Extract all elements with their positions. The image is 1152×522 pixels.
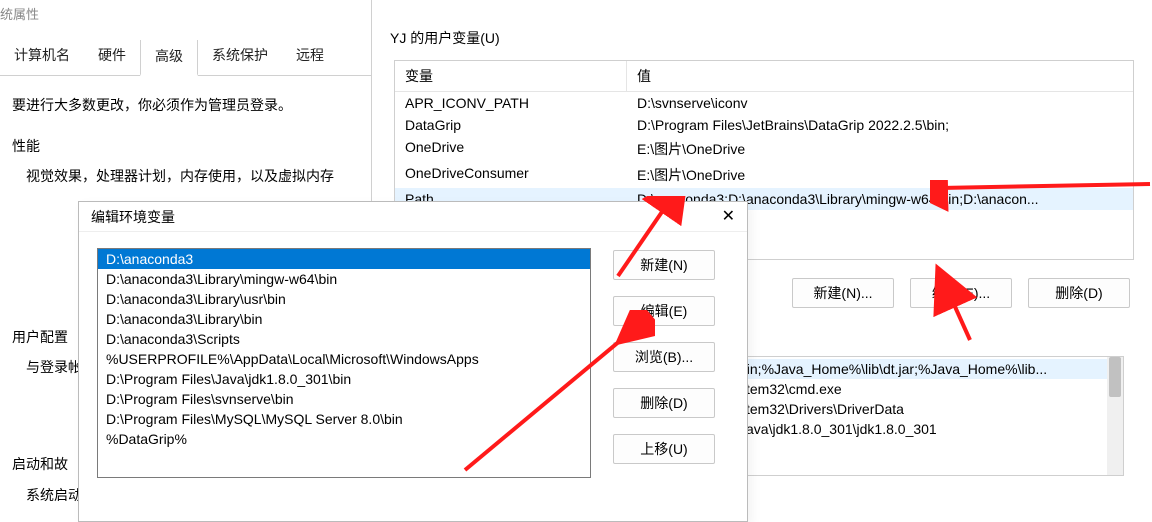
tab-hardware[interactable]: 硬件 (84, 39, 140, 75)
list-item[interactable]: D:\Program Files\MySQL\MySQL Server 8.0\… (98, 409, 590, 429)
tab-advanced[interactable]: 高级 (140, 40, 198, 76)
delete-button[interactable]: 删除(D) (1028, 278, 1130, 308)
col-val[interactable]: 值 (627, 61, 1133, 91)
scrollbar[interactable] (1107, 357, 1123, 475)
table-header: 变量 值 (395, 61, 1133, 92)
table-row[interactable]: OneDriveConsumerE:\图片\OneDrive (395, 162, 1133, 188)
list-item[interactable]: %DataGrip% (98, 429, 590, 449)
table-row[interactable]: OneDriveE:\图片\OneDrive (395, 136, 1133, 162)
list-item[interactable]: D:\Program Files\Java\jdk1.8.0_301\bin (98, 369, 590, 389)
close-icon[interactable]: ✕ (722, 209, 735, 225)
table-row[interactable]: stem32\Drivers\DriverData (735, 399, 1117, 419)
perf-desc: 视觉效果，处理器计划，内存使用，以及虚拟内存 (12, 163, 361, 190)
edit-env-var-dialog: 编辑环境变量 ✕ D:\anaconda3D:\anaconda3\Librar… (78, 201, 748, 522)
cell-var: OneDrive (395, 138, 627, 160)
moveup-button[interactable]: 上移(U) (613, 434, 715, 464)
table-row[interactable]: Java\jdk1.8.0_301\jdk1.8.0_301 (735, 419, 1117, 439)
tab-remote[interactable]: 远程 (282, 39, 338, 75)
table-row[interactable]: stem32\cmd.exe (735, 379, 1117, 399)
sysprops-title: 统属性 (0, 0, 371, 31)
list-item[interactable]: D:\anaconda3\Library\bin (98, 309, 590, 329)
scrollbar-thumb[interactable] (1109, 357, 1121, 397)
cell-val: E:\图片\OneDrive (627, 164, 1133, 186)
admin-note: 要进行大多数更改，你必须作为管理员登录。 (12, 92, 361, 119)
cell-var: APR_ICONV_PATH (395, 94, 627, 112)
cell-var: OneDriveConsumer (395, 164, 627, 186)
delete-button[interactable]: 删除(D) (613, 388, 715, 418)
path-list[interactable]: D:\anaconda3D:\anaconda3\Library\mingw-w… (97, 248, 591, 478)
edit-button[interactable]: 编辑(E) (613, 296, 715, 326)
browse-button[interactable]: 浏览(B)... (613, 342, 715, 372)
table-row[interactable]: APR_ICONV_PATHD:\svnserve\iconv (395, 92, 1133, 114)
perf-group-label: 性能 (12, 133, 361, 160)
new-button[interactable]: 新建(N) (613, 250, 715, 280)
table-row[interactable]: bin;%Java_Home%\lib\dt.jar;%Java_Home%\l… (735, 359, 1117, 379)
table-row[interactable]: DataGripD:\Program Files\JetBrains\DataG… (395, 114, 1133, 136)
cell-val: D:\Program Files\JetBrains\DataGrip 2022… (627, 116, 1133, 134)
col-var[interactable]: 变量 (395, 61, 627, 91)
edit-button[interactable]: 编辑(E)... (910, 278, 1012, 308)
list-item[interactable]: D:\anaconda3\Library\mingw-w64\bin (98, 269, 590, 289)
cell-val: E:\图片\OneDrive (627, 138, 1133, 160)
user-vars-label: YJ 的用户变量(U) (382, 0, 1144, 56)
cell-var: DataGrip (395, 116, 627, 134)
tab-computername[interactable]: 计算机名 (0, 39, 84, 75)
new-button[interactable]: 新建(N)... (792, 278, 894, 308)
cell-val: D:\svnserve\iconv (627, 94, 1133, 112)
titlebar: 编辑环境变量 ✕ (79, 202, 747, 232)
list-item[interactable]: D:\anaconda3 (98, 249, 590, 269)
list-item[interactable]: D:\anaconda3\Library\usr\bin (98, 289, 590, 309)
list-item[interactable]: D:\anaconda3\Scripts (98, 329, 590, 349)
list-item[interactable]: %USERPROFILE%\AppData\Local\Microsoft\Wi… (98, 349, 590, 369)
edit-dialog-buttons: 新建(N) 编辑(E) 浏览(B)... 删除(D) 上移(U) (613, 248, 715, 521)
sysprops-tabs: 计算机名 硬件 高级 系统保护 远程 (0, 39, 371, 76)
list-item[interactable]: D:\Program Files\svnserve\bin (98, 389, 590, 409)
tab-sysprotect[interactable]: 系统保护 (198, 39, 282, 75)
dialog-title: 编辑环境变量 (91, 207, 175, 227)
